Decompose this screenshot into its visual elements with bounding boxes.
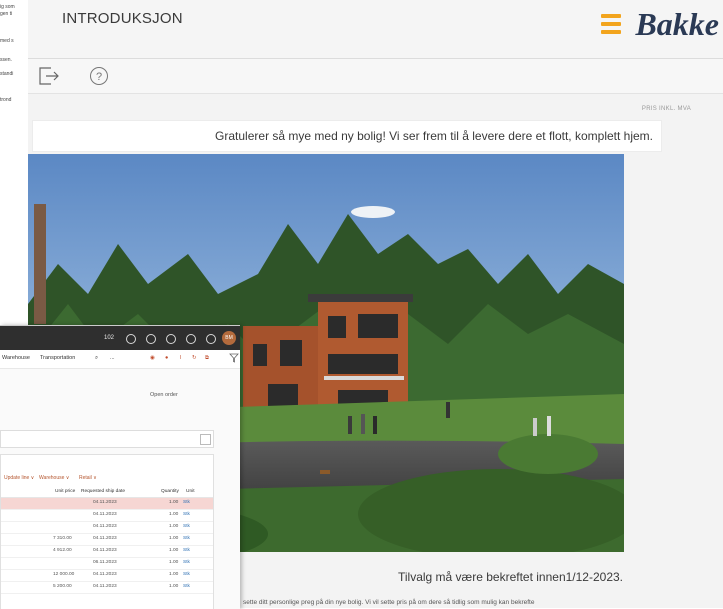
update-line-menu[interactable]: Update line ∨ xyxy=(4,475,34,481)
gear-icon[interactable] xyxy=(186,334,196,344)
cell-quantity: 1.00 xyxy=(169,548,179,553)
help-icon[interactable] xyxy=(206,334,216,344)
table-row[interactable]: 04.11.2023 1.00 Stk xyxy=(1,498,213,510)
doc-line: gen ti xyxy=(0,11,13,17)
search-icon[interactable] xyxy=(126,334,136,344)
doc-line: standi xyxy=(0,71,14,77)
doc-line: med s xyxy=(0,38,14,44)
brand-logo[interactable]: Bakke xyxy=(601,1,719,47)
cell-ship-date: 04.11.2023 xyxy=(93,548,117,553)
tab-warehouse[interactable]: Warehouse xyxy=(2,355,30,361)
header-select[interactable] xyxy=(0,430,214,448)
table-row[interactable]: 04.11.2023 1.00 Stk xyxy=(1,510,213,522)
help-icon[interactable]: ? xyxy=(88,65,110,87)
cell-unit: Stk xyxy=(183,584,190,589)
order-lines-grid: Update line ∨ Warehouse ∨ Retail ∨ Unit … xyxy=(0,454,214,609)
help-glyph: ? xyxy=(96,71,102,83)
cell-ship-date: 04.11.2023 xyxy=(93,572,117,577)
cell-unit: Stk xyxy=(183,500,190,505)
greeting-text: Gratulerer så mye med ny bolig! Vi ser f… xyxy=(215,129,653,143)
grid-header: Unit price Requested ship date Quantity … xyxy=(1,488,213,498)
brand-name: Bakke xyxy=(635,5,719,42)
menu-icon[interactable] xyxy=(601,14,622,34)
cell-unit: Stk xyxy=(183,560,190,565)
column-unit-price[interactable]: Unit price xyxy=(55,489,75,494)
doc-line: ssen. xyxy=(0,57,12,63)
doc-line: trond xyxy=(0,97,12,103)
cell-unit: Stk xyxy=(183,572,190,577)
page-title: INTRODUKSJON xyxy=(62,10,183,27)
intro-paragraph: sette ditt personlige preg på din nye bo… xyxy=(243,599,535,606)
cell-quantity: 1.00 xyxy=(169,560,179,565)
erp-topbar: 102 BM xyxy=(0,326,240,350)
cell-ship-date: 04.11.2023 xyxy=(93,524,117,529)
table-row[interactable]: 04.11.2023 1.00 Stk xyxy=(1,522,213,534)
cell-unit-price: 5 200.00 xyxy=(53,584,72,589)
more-button[interactable]: ... xyxy=(110,355,115,361)
cell-quantity: 1.00 xyxy=(169,536,179,541)
filter-icon[interactable] xyxy=(229,350,239,368)
greeting-panel: Gratulerer så mye med ny bolig! Vi ser f… xyxy=(32,120,662,152)
table-row[interactable]: 06.11.2023 1.00 Stk xyxy=(1,558,213,570)
info-icon[interactable]: ǀ xyxy=(180,355,181,361)
background-document: ig som gen ti med s ssen. standi trond xyxy=(0,0,28,240)
cell-quantity: 1.00 xyxy=(169,512,179,517)
column-unit[interactable]: Unit xyxy=(186,489,195,494)
tab-transportation[interactable]: Transportation xyxy=(40,355,75,361)
cell-ship-date: 04.11.2023 xyxy=(93,500,117,505)
warehouse-menu[interactable]: Warehouse ∨ xyxy=(39,475,69,481)
action-bar: Warehouse Transportation ⌕ ... ◉ ● ǀ ↻ ⧉ xyxy=(0,350,240,369)
column-quantity[interactable]: Quantity xyxy=(161,489,179,494)
price-note: PRIS INKL. MVA xyxy=(641,106,691,112)
cell-ship-date: 04.11.2023 xyxy=(93,536,117,541)
notification-icon[interactable] xyxy=(146,334,156,344)
column-requested-ship-date[interactable]: Requested ship date xyxy=(81,489,125,494)
cell-unit: Stk xyxy=(183,536,190,541)
grid-toolbar: Update line ∨ Warehouse ∨ Retail ∨ xyxy=(1,475,213,485)
cell-unit: Stk xyxy=(183,524,190,529)
order-status: Open order xyxy=(150,392,178,398)
table-row[interactable]: 4 912.00 04.11.2023 1.00 Stk xyxy=(1,546,213,558)
cell-unit-price: 4 912.00 xyxy=(53,548,72,553)
deadline-text: Tilvalg må være bekreftet innen1/12-2023… xyxy=(397,570,623,584)
cell-ship-date: 04.11.2023 xyxy=(93,584,117,589)
avatar[interactable]: BM xyxy=(222,331,236,345)
cell-unit: Stk xyxy=(183,512,190,517)
table-row[interactable]: 7 310.00 04.11.2023 1.00 Stk xyxy=(1,534,213,546)
cell-quantity: 1.00 xyxy=(169,500,179,505)
exit-icon[interactable] xyxy=(38,65,60,87)
chat-icon[interactable] xyxy=(166,334,176,344)
cell-quantity: 1.00 xyxy=(169,572,179,577)
refresh-icon[interactable]: ↻ xyxy=(192,355,197,361)
cell-unit-price: 12 000.00 xyxy=(53,572,75,577)
company-code: 102 xyxy=(104,335,115,341)
erp-window[interactable]: 102 BM Warehouse Transportation ⌕ ... ◉ … xyxy=(0,325,240,609)
cell-ship-date: 04.11.2023 xyxy=(93,512,117,517)
toolbar: ? xyxy=(28,59,723,94)
cell-ship-date: 06.11.2023 xyxy=(93,560,117,565)
cell-quantity: 1.00 xyxy=(169,584,179,589)
app-header: INTRODUKSJON Bakke xyxy=(28,0,723,59)
record-icon[interactable]: ● xyxy=(165,355,168,361)
retail-menu[interactable]: Retail ∨ xyxy=(79,475,97,481)
attachment-icon[interactable]: ◉ xyxy=(150,355,155,361)
table-row[interactable]: 5 200.00 04.11.2023 1.00 Stk xyxy=(1,582,213,594)
popout-icon[interactable]: ⧉ xyxy=(205,355,209,362)
table-row[interactable]: 12 000.00 04.11.2023 1.00 Stk xyxy=(1,570,213,582)
chevron-down-icon[interactable] xyxy=(200,434,211,445)
doc-line: ig som xyxy=(0,4,15,10)
cell-unit: Stk xyxy=(183,548,190,553)
search-icon[interactable]: ⌕ xyxy=(95,355,98,362)
cell-unit-price: 7 310.00 xyxy=(53,536,72,541)
cell-quantity: 1.00 xyxy=(169,524,179,529)
